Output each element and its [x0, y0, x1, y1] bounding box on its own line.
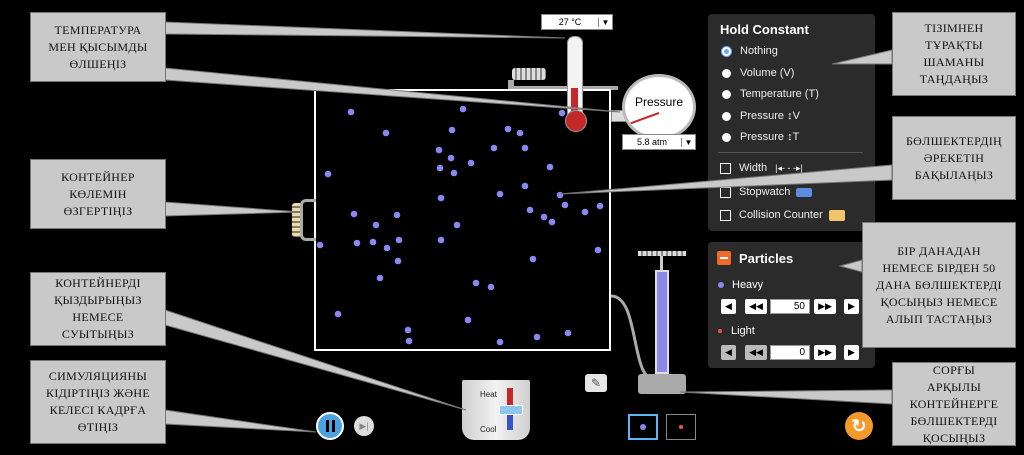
callout-hold: Тізімнен тұрақты шаманы таңдаңыз	[892, 12, 1016, 96]
callout-pump: Сорғы арқылы контейнерге бөлшектерді қос…	[892, 362, 1016, 446]
callout-heat: Контейнерді қыздырыңыз немесе суытыңыз	[30, 272, 166, 346]
callout-observe: Бөлшектердің әрекетін бақылаңыз	[892, 116, 1016, 200]
callout-volume: Контейнер көлемін өзгертіңіз	[30, 159, 166, 229]
callout-add-remove: Бір данадан немесе бірден 50 дана бөлшек…	[862, 222, 1016, 348]
callout-measure: Температура мен қысымды өлшеңіз	[30, 12, 166, 82]
callout-pause: Симуляцияны кідіртіңіз және келесі кадрғ…	[30, 360, 166, 444]
